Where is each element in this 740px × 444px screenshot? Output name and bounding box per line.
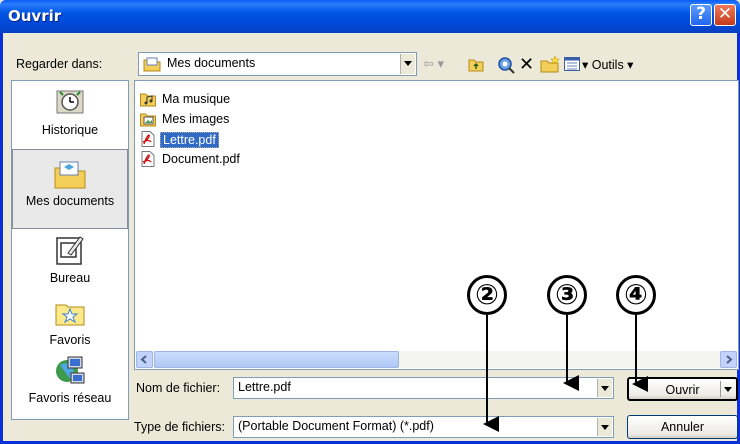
annotation-arrows: [483, 315, 648, 432]
open-dialog: Ouvrir ? ✕ Regarder dans: Mes documents …: [0, 0, 740, 444]
